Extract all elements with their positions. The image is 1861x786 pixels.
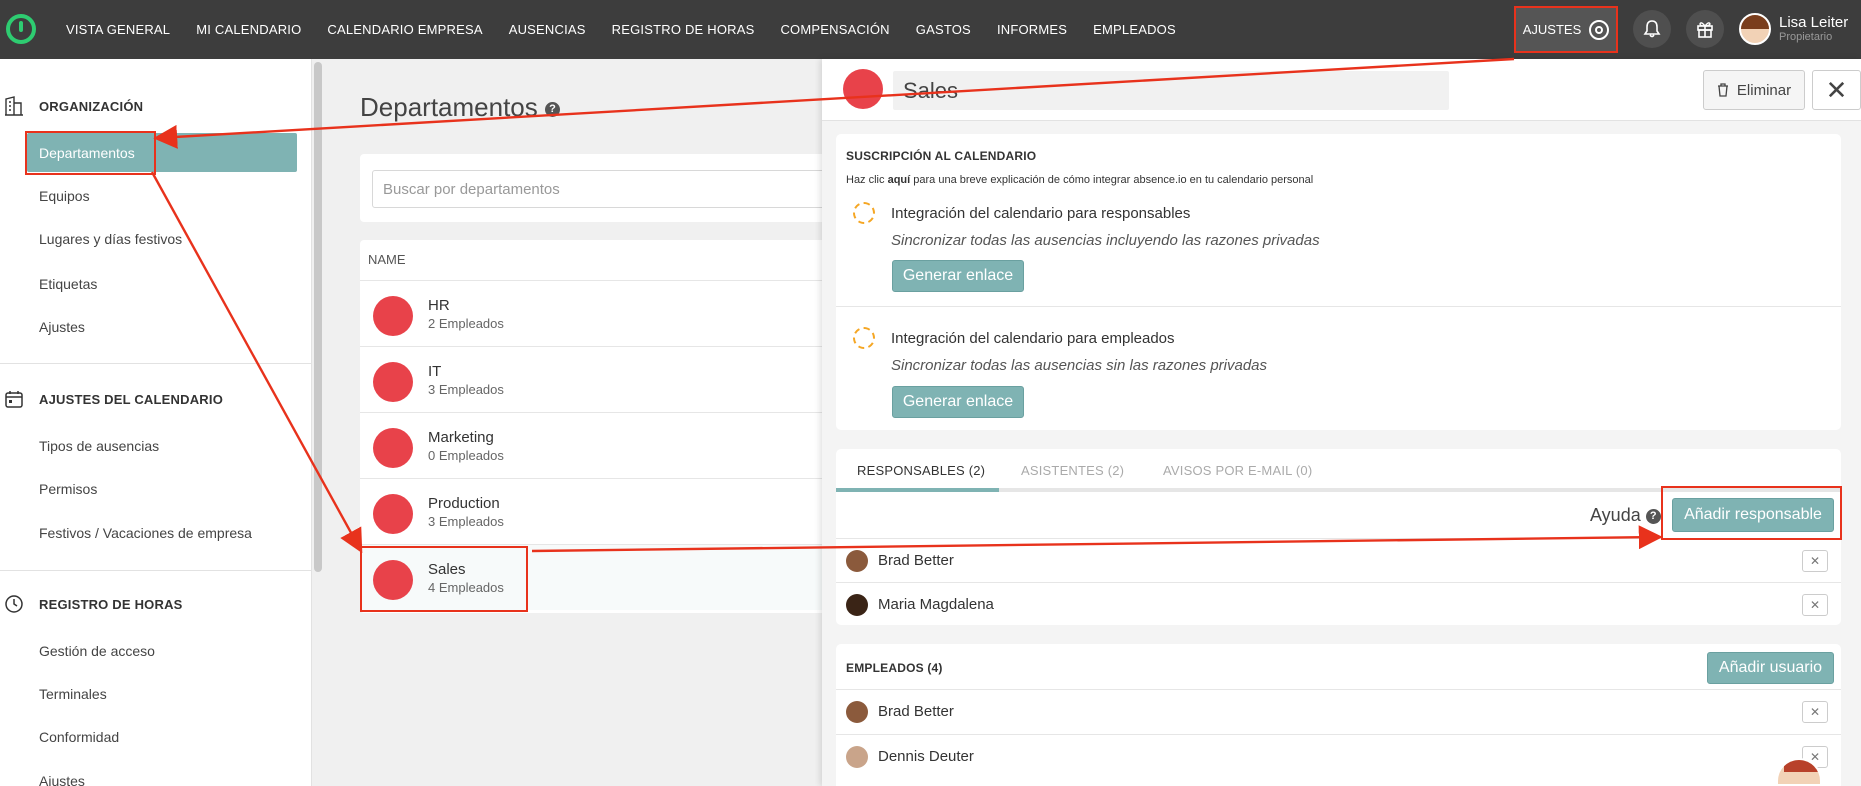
arrow-settings-to-departments <box>153 57 1515 149</box>
annotation-arrows <box>150 57 1663 554</box>
arrow-departments-to-sales <box>150 171 363 554</box>
arrow-sales-to-add-manager <box>531 525 1663 553</box>
